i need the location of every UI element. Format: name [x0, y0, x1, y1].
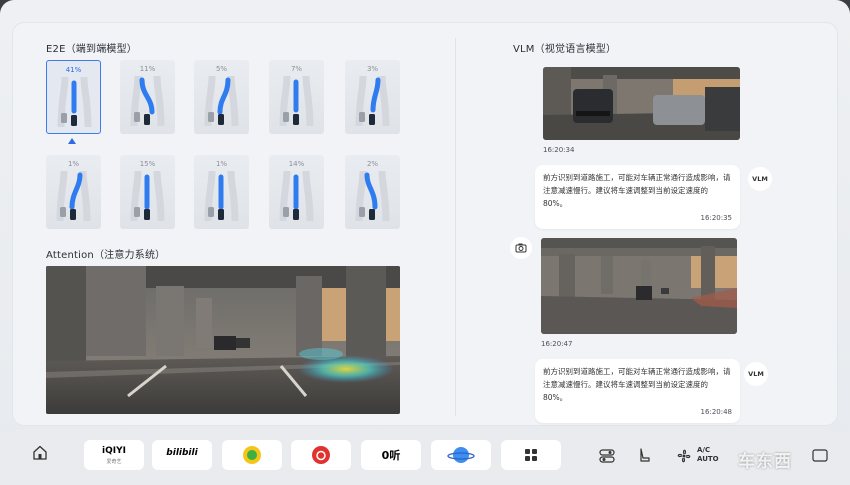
vlm-response-timestamp-1: 16:20:35 — [700, 214, 732, 222]
app-netease-music[interactable] — [291, 440, 351, 470]
home-button[interactable] — [26, 440, 54, 464]
trajectory-path-icon — [355, 170, 390, 222]
e2e-trajectory-tile[interactable]: 15% — [120, 155, 175, 229]
camera-icon — [515, 243, 527, 253]
attention-camera-view — [46, 266, 400, 414]
iqiyi-logo: iQIYI — [102, 446, 126, 456]
trajectory-path-icon — [279, 75, 314, 127]
vlm-avatar-badge-1: VLM — [748, 167, 772, 191]
app-planet[interactable] — [431, 440, 491, 470]
app-bilibili[interactable]: bilibili — [152, 440, 212, 470]
app-iqiyi[interactable]: iQIYI 爱奇艺 — [84, 440, 144, 470]
e2e-trajectory-tile[interactable]: 14% — [269, 155, 324, 229]
vlm-response-bubble-2: 前方识别到道路施工，可能对车辆正常通行造成影响，请注意减速慢行。建议将车速调整到… — [535, 359, 740, 423]
vlm-capture-image-1[interactable] — [543, 67, 740, 140]
vlm-capture-image-2[interactable] — [541, 238, 737, 334]
trajectory-path-icon — [56, 170, 91, 222]
vlm-response-text-2: 前方识别到道路施工，可能对车辆正常通行造成影响，请注意减速慢行。建议将车速调整到… — [543, 367, 731, 402]
app-grid-icon — [525, 449, 537, 461]
e2e-trajectory-tile[interactable]: 3% — [345, 60, 400, 134]
ting-logo: 0听 — [381, 449, 401, 462]
app-qq-music[interactable] — [222, 440, 282, 470]
vlm-response-bubble-1: 前方识别到道路施工，可能对车辆正常通行造成影响，请注意减速慢行。建议将车速调整到… — [535, 165, 740, 229]
trajectory-path-icon — [355, 75, 390, 127]
ac-auto-label: AUTO — [697, 455, 719, 463]
e2e-trajectory-tile[interactable]: 41% — [46, 60, 101, 134]
camera-button[interactable] — [510, 237, 532, 259]
seat-button[interactable] — [634, 446, 654, 470]
bilibili-logo: bilibili — [166, 448, 198, 458]
attention-title: Attention（注意力系统） — [46, 250, 166, 261]
qq-music-icon — [243, 446, 261, 464]
trajectory-path-icon — [204, 170, 239, 222]
planet-icon — [447, 447, 475, 463]
vlm-avatar-badge-2: VLM — [744, 362, 768, 386]
e2e-trajectory-tile[interactable]: 1% — [194, 155, 249, 229]
seat-icon — [640, 448, 650, 462]
notification-button[interactable] — [810, 446, 830, 470]
vlm-image-timestamp-2: 16:20:47 — [541, 340, 573, 348]
e2e-trajectory-tile[interactable]: 1% — [46, 155, 101, 229]
e2e-trajectory-tile[interactable]: 2% — [345, 155, 400, 229]
app-ting[interactable]: 0听 — [361, 440, 421, 470]
e2e-trajectory-tile[interactable]: 7% — [269, 60, 324, 134]
ac-label: A/C — [697, 446, 711, 454]
e2e-trajectory-tile[interactable]: 11% — [120, 60, 175, 134]
vlm-image-timestamp-1: 16:20:34 — [543, 146, 575, 154]
fan-button[interactable] — [674, 446, 694, 470]
ac-auto-button[interactable]: A/C AUTO — [697, 446, 719, 464]
vlm-response-timestamp-2: 16:20:48 — [700, 408, 732, 416]
vlm-response-text-1: 前方识别到道路施工，可能对车辆正常通行造成影响，请注意减速慢行。建议将车速调整到… — [543, 173, 731, 208]
panel-divider — [455, 38, 456, 416]
trajectory-path-icon — [279, 170, 314, 222]
vehicle-control-button[interactable] — [597, 446, 617, 470]
iqiyi-sub-label: 爱奇艺 — [106, 459, 122, 465]
watermark-logo: 车东西 — [738, 452, 792, 472]
app-grid-button[interactable] — [501, 440, 561, 470]
trajectory-path-icon — [204, 75, 239, 127]
car-screen: E2E（端到端模型） 41% 11% 5% 7% 3% 1% 15% 1% 14% 2% Atte… — [0, 0, 850, 485]
e2e-trajectory-tile[interactable]: 5% — [194, 60, 249, 134]
netease-music-icon — [312, 446, 330, 464]
selected-indicator-icon — [68, 138, 76, 144]
message-icon — [812, 449, 828, 462]
trajectory-path-icon — [130, 75, 165, 127]
toggle-switches-icon — [599, 449, 615, 463]
e2e-title: E2E（端到端模型） — [46, 44, 137, 55]
fan-icon — [677, 449, 691, 463]
home-icon — [33, 445, 47, 460]
vlm-title: VLM（视觉语言模型） — [513, 44, 617, 55]
trajectory-path-icon — [130, 170, 165, 222]
trajectory-path-icon — [57, 76, 92, 128]
